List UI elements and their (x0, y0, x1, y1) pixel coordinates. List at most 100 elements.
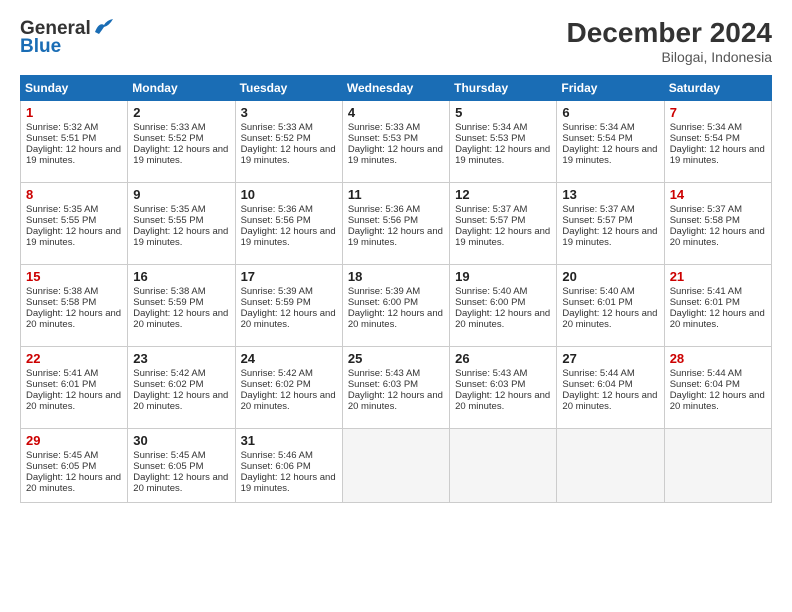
day-number: 17 (241, 269, 337, 284)
day-number: 4 (348, 105, 444, 120)
table-row: 17 Sunrise: 5:39 AM Sunset: 5:59 PM Dayl… (235, 264, 342, 346)
sunset-label: Sunset: 5:58 PM (670, 215, 740, 226)
daylight-label: Daylight: 12 hours and 20 minutes. (562, 390, 657, 412)
table-row: 4 Sunrise: 5:33 AM Sunset: 5:53 PM Dayli… (342, 100, 449, 182)
day-number: 23 (133, 351, 229, 366)
sunrise-label: Sunrise: 5:39 AM (348, 286, 420, 297)
sunset-label: Sunset: 5:53 PM (348, 133, 418, 144)
col-friday: Friday (557, 75, 664, 100)
daylight-label: Daylight: 12 hours and 19 minutes. (348, 226, 443, 248)
sunrise-label: Sunrise: 5:33 AM (241, 122, 313, 133)
week-row-2: 8 Sunrise: 5:35 AM Sunset: 5:55 PM Dayli… (21, 182, 772, 264)
table-row: 14 Sunrise: 5:37 AM Sunset: 5:58 PM Dayl… (664, 182, 771, 264)
sunrise-label: Sunrise: 5:46 AM (241, 450, 313, 461)
sunset-label: Sunset: 6:04 PM (670, 379, 740, 390)
daylight-label: Daylight: 12 hours and 20 minutes. (26, 308, 121, 330)
sunset-label: Sunset: 6:01 PM (670, 297, 740, 308)
table-row: 23 Sunrise: 5:42 AM Sunset: 6:02 PM Dayl… (128, 346, 235, 428)
daylight-label: Daylight: 12 hours and 19 minutes. (562, 144, 657, 166)
sunset-label: Sunset: 5:56 PM (348, 215, 418, 226)
sunset-label: Sunset: 5:53 PM (455, 133, 525, 144)
daylight-label: Daylight: 12 hours and 20 minutes. (133, 472, 228, 494)
day-number: 16 (133, 269, 229, 284)
day-number: 25 (348, 351, 444, 366)
table-row: 6 Sunrise: 5:34 AM Sunset: 5:54 PM Dayli… (557, 100, 664, 182)
table-row: 26 Sunrise: 5:43 AM Sunset: 6:03 PM Dayl… (450, 346, 557, 428)
day-number: 9 (133, 187, 229, 202)
sunrise-label: Sunrise: 5:39 AM (241, 286, 313, 297)
day-number: 1 (26, 105, 122, 120)
daylight-label: Daylight: 12 hours and 19 minutes. (241, 226, 336, 248)
day-number: 20 (562, 269, 658, 284)
table-row (557, 428, 664, 502)
table-row: 30 Sunrise: 5:45 AM Sunset: 6:05 PM Dayl… (128, 428, 235, 502)
table-row (664, 428, 771, 502)
sunrise-label: Sunrise: 5:34 AM (670, 122, 742, 133)
daylight-label: Daylight: 12 hours and 19 minutes. (670, 144, 765, 166)
sunrise-label: Sunrise: 5:35 AM (133, 204, 205, 215)
sunrise-label: Sunrise: 5:37 AM (670, 204, 742, 215)
table-row: 16 Sunrise: 5:38 AM Sunset: 5:59 PM Dayl… (128, 264, 235, 346)
daylight-label: Daylight: 12 hours and 20 minutes. (455, 390, 550, 412)
table-row: 20 Sunrise: 5:40 AM Sunset: 6:01 PM Dayl… (557, 264, 664, 346)
sunrise-label: Sunrise: 5:34 AM (455, 122, 527, 133)
col-saturday: Saturday (664, 75, 771, 100)
header-row: Sunday Monday Tuesday Wednesday Thursday… (21, 75, 772, 100)
logo-blue: Blue (20, 36, 61, 58)
sunset-label: Sunset: 5:51 PM (26, 133, 96, 144)
sunrise-label: Sunrise: 5:34 AM (562, 122, 634, 133)
table-row: 29 Sunrise: 5:45 AM Sunset: 6:05 PM Dayl… (21, 428, 128, 502)
daylight-label: Daylight: 12 hours and 20 minutes. (455, 308, 550, 330)
table-row: 15 Sunrise: 5:38 AM Sunset: 5:58 PM Dayl… (21, 264, 128, 346)
sunset-label: Sunset: 6:03 PM (455, 379, 525, 390)
day-number: 27 (562, 351, 658, 366)
sunset-label: Sunset: 5:57 PM (455, 215, 525, 226)
sunrise-label: Sunrise: 5:44 AM (670, 368, 742, 379)
week-row-3: 15 Sunrise: 5:38 AM Sunset: 5:58 PM Dayl… (21, 264, 772, 346)
daylight-label: Daylight: 12 hours and 20 minutes. (348, 390, 443, 412)
daylight-label: Daylight: 12 hours and 19 minutes. (26, 226, 121, 248)
day-number: 13 (562, 187, 658, 202)
day-number: 5 (455, 105, 551, 120)
day-number: 31 (241, 433, 337, 448)
sunset-label: Sunset: 6:00 PM (348, 297, 418, 308)
daylight-label: Daylight: 12 hours and 19 minutes. (133, 144, 228, 166)
table-row: 21 Sunrise: 5:41 AM Sunset: 6:01 PM Dayl… (664, 264, 771, 346)
sunset-label: Sunset: 6:05 PM (26, 461, 96, 472)
table-row: 3 Sunrise: 5:33 AM Sunset: 5:52 PM Dayli… (235, 100, 342, 182)
table-row: 18 Sunrise: 5:39 AM Sunset: 6:00 PM Dayl… (342, 264, 449, 346)
day-number: 10 (241, 187, 337, 202)
sunset-label: Sunset: 5:54 PM (562, 133, 632, 144)
sunrise-label: Sunrise: 5:44 AM (562, 368, 634, 379)
month-title: December 2024 (567, 18, 772, 49)
daylight-label: Daylight: 12 hours and 20 minutes. (133, 308, 228, 330)
table-row: 28 Sunrise: 5:44 AM Sunset: 6:04 PM Dayl… (664, 346, 771, 428)
daylight-label: Daylight: 12 hours and 20 minutes. (670, 308, 765, 330)
day-number: 19 (455, 269, 551, 284)
day-number: 21 (670, 269, 766, 284)
daylight-label: Daylight: 12 hours and 20 minutes. (348, 308, 443, 330)
daylight-label: Daylight: 12 hours and 20 minutes. (26, 472, 121, 494)
day-number: 22 (26, 351, 122, 366)
day-number: 14 (670, 187, 766, 202)
table-row: 9 Sunrise: 5:35 AM Sunset: 5:55 PM Dayli… (128, 182, 235, 264)
sunrise-label: Sunrise: 5:35 AM (26, 204, 98, 215)
col-monday: Monday (128, 75, 235, 100)
sunset-label: Sunset: 6:02 PM (133, 379, 203, 390)
sunset-label: Sunset: 5:55 PM (26, 215, 96, 226)
sunset-label: Sunset: 6:02 PM (241, 379, 311, 390)
table-row: 11 Sunrise: 5:36 AM Sunset: 5:56 PM Dayl… (342, 182, 449, 264)
day-number: 15 (26, 269, 122, 284)
daylight-label: Daylight: 12 hours and 20 minutes. (670, 226, 765, 248)
sunset-label: Sunset: 5:52 PM (133, 133, 203, 144)
sunrise-label: Sunrise: 5:45 AM (26, 450, 98, 461)
sunset-label: Sunset: 6:01 PM (562, 297, 632, 308)
sunset-label: Sunset: 6:06 PM (241, 461, 311, 472)
sunset-label: Sunset: 5:59 PM (241, 297, 311, 308)
sunset-label: Sunset: 5:57 PM (562, 215, 632, 226)
daylight-label: Daylight: 12 hours and 19 minutes. (455, 144, 550, 166)
sunrise-label: Sunrise: 5:36 AM (241, 204, 313, 215)
day-number: 11 (348, 187, 444, 202)
table-row: 22 Sunrise: 5:41 AM Sunset: 6:01 PM Dayl… (21, 346, 128, 428)
table-row: 7 Sunrise: 5:34 AM Sunset: 5:54 PM Dayli… (664, 100, 771, 182)
